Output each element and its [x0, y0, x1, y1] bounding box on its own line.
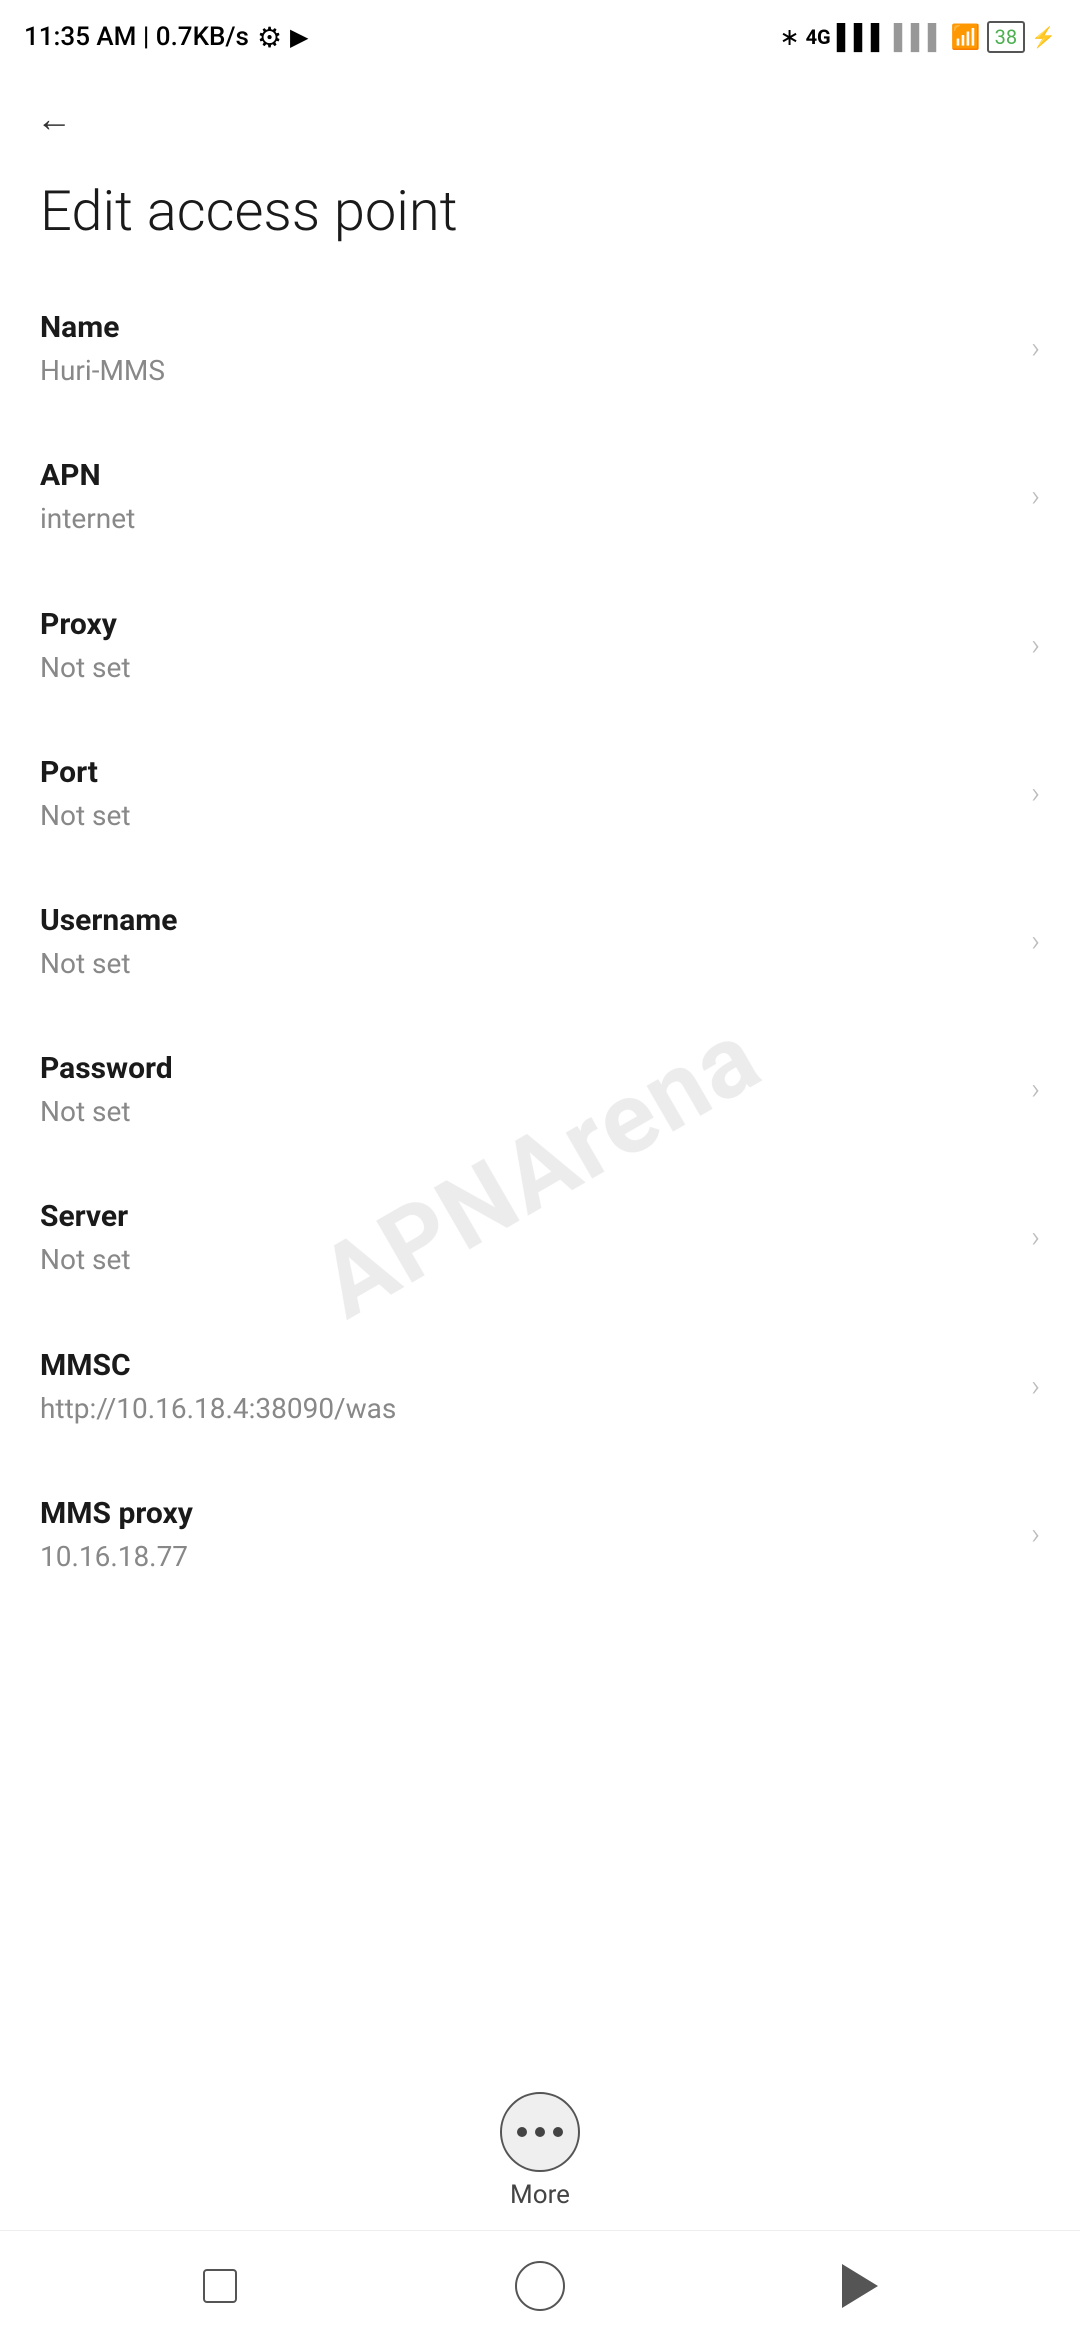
settings-item-password-content: Password Not set: [40, 1048, 1015, 1131]
more-button-area: More: [0, 2064, 1080, 2230]
status-bar: 11:35 AM | 0.7KB/s ⚙ ▶ ∗ 4G ▌▌▌ ▌▌▌ 📶 38…: [0, 0, 1080, 70]
chevron-right-icon: ›: [1031, 331, 1040, 366]
bluetooth-icon: ∗: [779, 23, 799, 51]
chevron-right-icon: ›: [1031, 924, 1040, 959]
signal2-icon: ▌▌▌: [894, 23, 945, 52]
settings-item-password-label: Password: [40, 1048, 1015, 1090]
settings-item-server-content: Server Not set: [40, 1196, 1015, 1279]
status-right-icons: ∗ 4G ▌▌▌ ▌▌▌ 📶 38 ⚡: [779, 21, 1056, 53]
chevron-right-icon: ›: [1031, 628, 1040, 663]
more-dots-icon: [517, 2127, 563, 2137]
settings-item-name[interactable]: Name Huri-MMS ›: [0, 275, 1080, 423]
settings-item-username-content: Username Not set: [40, 900, 1015, 983]
settings-item-apn[interactable]: APN internet ›: [0, 423, 1080, 571]
settings-item-proxy-content: Proxy Not set: [40, 604, 1015, 687]
settings-list: Name Huri-MMS › APN internet › Proxy Not…: [0, 275, 1080, 2064]
chevron-right-icon: ›: [1031, 1517, 1040, 1552]
home-icon: [515, 2261, 565, 2311]
recent-apps-button[interactable]: [180, 2246, 260, 2326]
settings-item-mmsc[interactable]: MMSC http://10.16.18.4:38090/was ›: [0, 1313, 1080, 1461]
wifi-icon: 📶: [951, 23, 981, 51]
settings-item-mmsc-label: MMSC: [40, 1345, 1015, 1387]
recent-apps-icon: [203, 2269, 237, 2303]
settings-item-apn-value: internet: [40, 499, 1015, 538]
settings-item-port-content: Port Not set: [40, 752, 1015, 835]
settings-item-password-value: Not set: [40, 1092, 1015, 1131]
back-nav-button[interactable]: [820, 2246, 900, 2326]
settings-item-server-value: Not set: [40, 1240, 1015, 1279]
chevron-right-icon: ›: [1031, 479, 1040, 514]
page-title: Edit access point: [0, 158, 1080, 275]
settings-item-name-label: Name: [40, 307, 1015, 349]
gear-icon: ⚙: [257, 21, 282, 54]
settings-item-mms-proxy-label: MMS proxy: [40, 1493, 1015, 1535]
settings-item-mms-proxy[interactable]: MMS proxy 10.16.18.77 ›: [0, 1461, 1080, 1609]
settings-item-username[interactable]: Username Not set ›: [0, 868, 1080, 1016]
settings-item-username-value: Not set: [40, 944, 1015, 983]
settings-item-proxy-label: Proxy: [40, 604, 1015, 646]
more-button[interactable]: [500, 2092, 580, 2172]
nav-bar: [0, 2230, 1080, 2340]
battery-icon: 38: [987, 21, 1025, 53]
back-nav-icon: [842, 2264, 878, 2308]
back-arrow-icon: ←: [36, 98, 72, 140]
video-icon: ▶: [290, 23, 308, 51]
settings-item-proxy-value: Not set: [40, 648, 1015, 687]
settings-item-mmsc-content: MMSC http://10.16.18.4:38090/was: [40, 1345, 1015, 1428]
home-button[interactable]: [500, 2246, 580, 2326]
settings-item-port-value: Not set: [40, 796, 1015, 835]
settings-item-port-label: Port: [40, 752, 1015, 794]
time-text: 11:35 AM | 0.7KB/s: [24, 22, 249, 52]
more-label: More: [510, 2180, 570, 2210]
chevron-right-icon: ›: [1031, 1220, 1040, 1255]
signal-icon: ▌▌▌: [837, 23, 888, 52]
settings-item-mms-proxy-content: MMS proxy 10.16.18.77: [40, 1493, 1015, 1576]
status-time: 11:35 AM | 0.7KB/s ⚙ ▶: [24, 21, 309, 54]
settings-item-mmsc-value: http://10.16.18.4:38090/was: [40, 1389, 1015, 1428]
settings-item-apn-content: APN internet: [40, 455, 1015, 538]
settings-item-proxy[interactable]: Proxy Not set ›: [0, 572, 1080, 720]
back-button-row: ←: [0, 70, 1080, 158]
chevron-right-icon: ›: [1031, 1369, 1040, 1404]
settings-item-server-label: Server: [40, 1196, 1015, 1238]
settings-item-apn-label: APN: [40, 455, 1015, 497]
settings-item-password[interactable]: Password Not set ›: [0, 1016, 1080, 1164]
charging-icon: ⚡: [1031, 25, 1056, 49]
chevron-right-icon: ›: [1031, 776, 1040, 811]
settings-item-mms-proxy-value: 10.16.18.77: [40, 1537, 1015, 1576]
settings-item-name-content: Name Huri-MMS: [40, 307, 1015, 390]
settings-item-username-label: Username: [40, 900, 1015, 942]
4g-icon: 4G: [806, 25, 831, 49]
settings-item-port[interactable]: Port Not set ›: [0, 720, 1080, 868]
chevron-right-icon: ›: [1031, 1072, 1040, 1107]
settings-item-name-value: Huri-MMS: [40, 351, 1015, 390]
settings-item-server[interactable]: Server Not set ›: [0, 1164, 1080, 1312]
back-button[interactable]: ←: [28, 90, 80, 148]
